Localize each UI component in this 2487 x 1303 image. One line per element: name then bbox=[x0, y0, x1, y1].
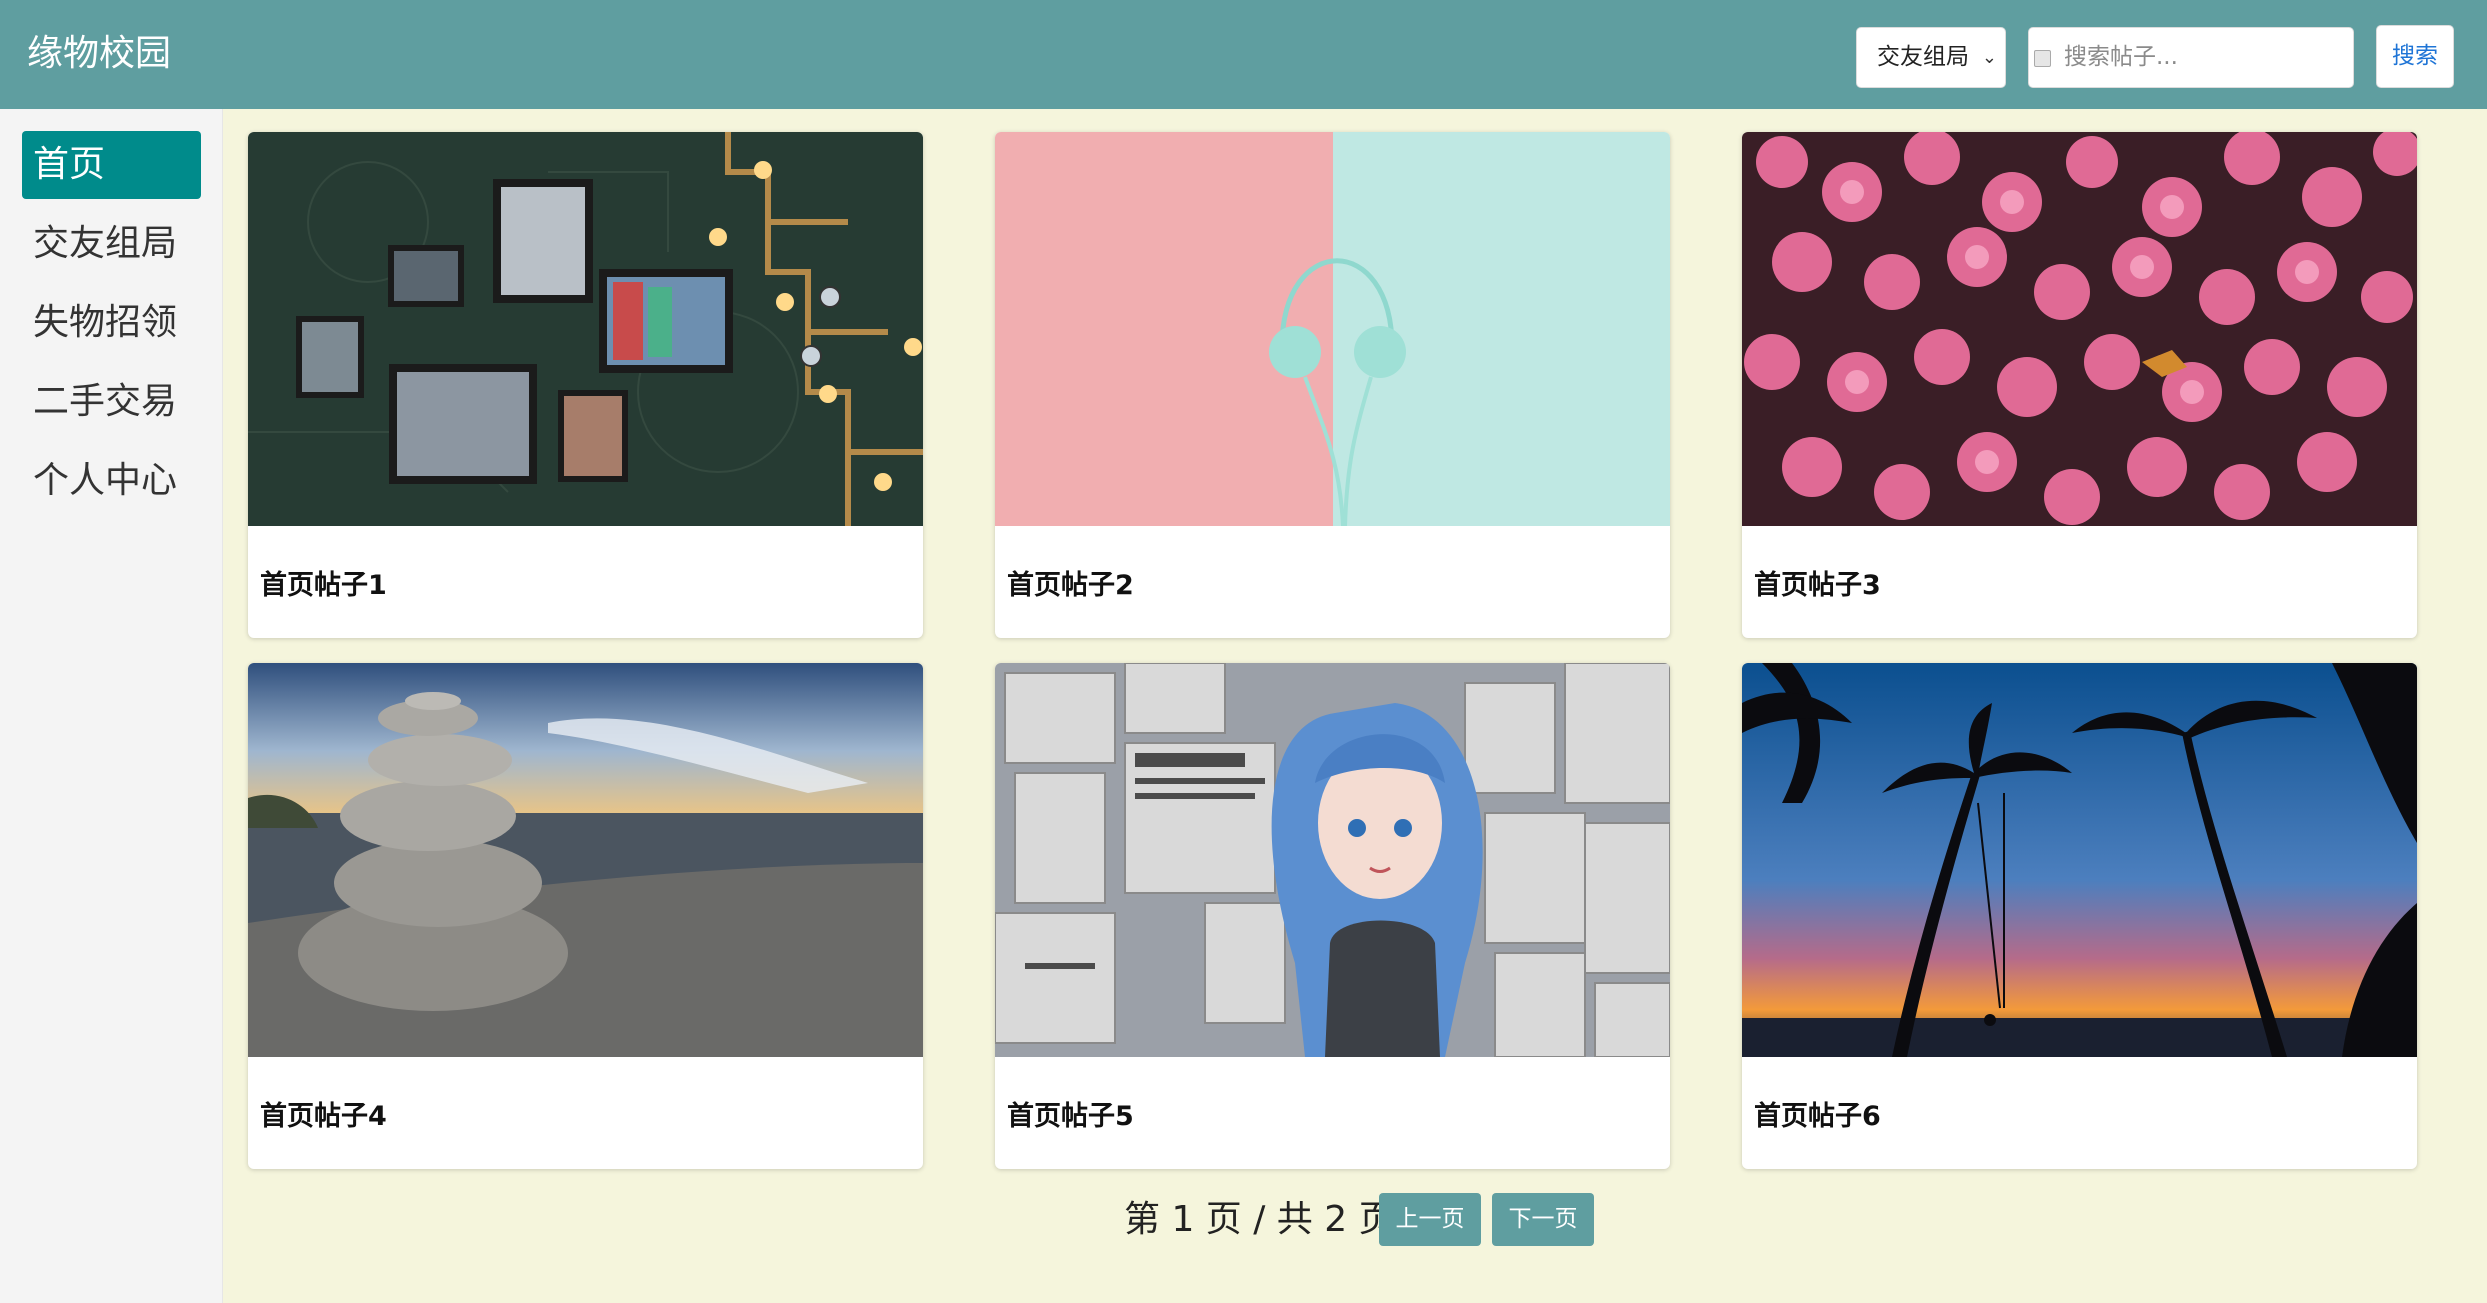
post-card[interactable]: 首页帖子3 bbox=[1742, 132, 2417, 638]
post-card[interactable]: 首页帖子1 bbox=[248, 132, 923, 638]
sidebar-item-social[interactable]: 交友组局 bbox=[22, 210, 201, 278]
sidebar-item-second-hand[interactable]: 二手交易 bbox=[22, 368, 201, 436]
post-title[interactable]: 首页帖子2 bbox=[1007, 569, 1134, 603]
search-button[interactable]: 搜索 bbox=[2376, 25, 2454, 88]
post-image-stacked-stones[interactable] bbox=[248, 663, 923, 1057]
sidebar-item-lost-found[interactable]: 失物招领 bbox=[22, 289, 201, 357]
sidebar-item-home[interactable]: 首页 bbox=[22, 131, 201, 199]
post-title[interactable]: 首页帖子4 bbox=[260, 1100, 387, 1134]
sidebar-item-profile[interactable]: 个人中心 bbox=[22, 447, 201, 515]
post-image-headphones[interactable] bbox=[995, 132, 1670, 526]
post-image-palm-sunset[interactable] bbox=[1742, 663, 2417, 1057]
post-title[interactable]: 首页帖子3 bbox=[1754, 569, 1881, 603]
post-title[interactable]: 首页帖子6 bbox=[1754, 1100, 1881, 1134]
top-navbar: 缘物校园 交友组局 ⌄ 搜索帖子... 搜索 bbox=[0, 0, 2487, 109]
pagination-status: 第 1 页 / 共 2 页 bbox=[1124, 1199, 1395, 1240]
search-placeholder: 搜索帖子... bbox=[2064, 44, 2178, 70]
category-select-value: 交友组局 bbox=[1877, 44, 1969, 70]
post-card[interactable]: 首页帖子6 bbox=[1742, 663, 2417, 1169]
chevron-down-icon: ⌄ bbox=[1981, 47, 1997, 68]
post-card[interactable]: 首页帖子5 bbox=[995, 663, 1670, 1169]
next-page-button[interactable]: 下一页 bbox=[1492, 1193, 1594, 1246]
post-image-pink-flowers[interactable] bbox=[1742, 132, 2417, 526]
category-select[interactable]: 交友组局 ⌄ bbox=[1856, 27, 2006, 88]
post-image-anime-girl[interactable] bbox=[995, 663, 1670, 1057]
sidebar: 首页 交友组局 失物招领 二手交易 个人中心 bbox=[0, 109, 223, 1303]
search-input[interactable]: 搜索帖子... bbox=[2028, 27, 2354, 88]
post-image-frames-wall[interactable] bbox=[248, 132, 923, 526]
search-field-icon bbox=[2034, 50, 2051, 67]
prev-page-button[interactable]: 上一页 bbox=[1379, 1193, 1481, 1246]
post-card[interactable]: 首页帖子4 bbox=[248, 663, 923, 1169]
post-card[interactable]: 首页帖子2 bbox=[995, 132, 1670, 638]
post-title[interactable]: 首页帖子5 bbox=[1007, 1100, 1134, 1134]
post-title[interactable]: 首页帖子1 bbox=[260, 569, 387, 603]
site-title[interactable]: 缘物校园 bbox=[27, 30, 171, 78]
